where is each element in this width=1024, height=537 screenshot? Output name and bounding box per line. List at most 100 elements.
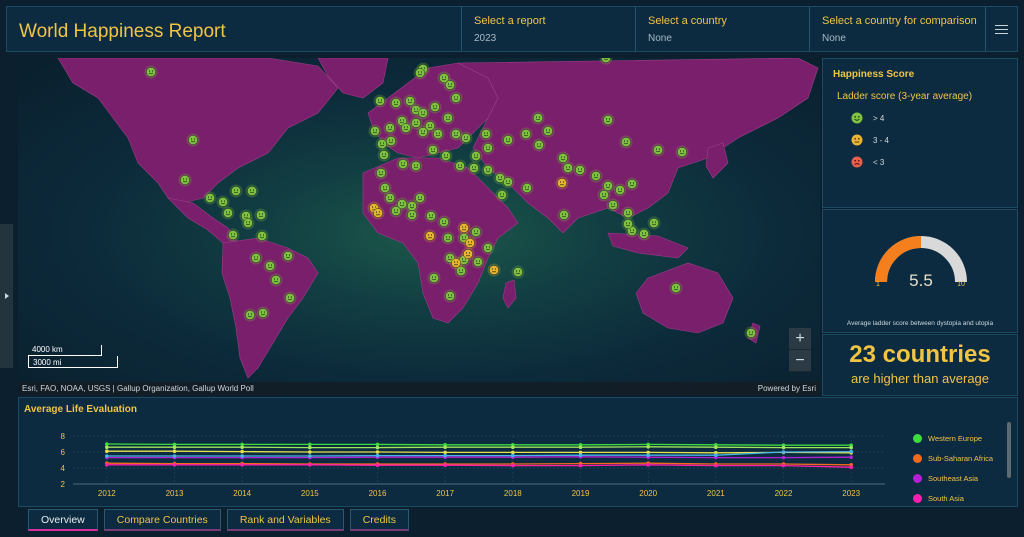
happy-face-icon[interactable] [501,175,515,189]
happy-face-icon[interactable] [481,163,495,177]
happy-face-icon[interactable] [744,326,758,340]
world-map[interactable]: 4000 km 3000 mi + − Esri, FAO, NOAA, USG… [18,58,820,395]
happy-face-icon[interactable] [229,184,243,198]
legend-scrollbar[interactable] [1007,422,1011,478]
happy-face-icon[interactable] [375,137,389,151]
happy-face-icon[interactable] [281,249,295,263]
series-legend-item[interactable]: Sub-Saharan Africa [913,448,993,468]
happy-face-icon[interactable] [573,163,587,177]
happy-face-icon[interactable] [601,113,615,127]
expand-panel-button[interactable] [0,224,13,368]
happy-face-icon[interactable] [416,125,430,139]
powered-by-link[interactable]: Powered by Esri [758,384,816,393]
happy-face-icon[interactable] [431,127,445,141]
series-legend-item[interactable]: South Asia [913,488,993,508]
happy-face-icon[interactable] [557,208,571,222]
happy-face-icon[interactable] [532,138,546,152]
happy-face-icon[interactable] [437,215,451,229]
happy-face-icon[interactable] [413,191,427,205]
happy-face-icon[interactable] [396,157,410,171]
happy-face-icon[interactable] [426,143,440,157]
happy-face-icon[interactable] [481,141,495,155]
happy-face-icon[interactable] [481,241,495,255]
happy-face-icon[interactable] [621,217,635,231]
happy-face-icon[interactable] [427,271,441,285]
happy-face-icon[interactable] [589,169,603,183]
happy-face-icon[interactable] [531,111,545,125]
happy-face-icon[interactable] [374,166,388,180]
happy-face-icon[interactable] [243,308,257,322]
happy-face-icon[interactable] [637,227,651,241]
neutral-face-icon[interactable] [449,256,463,270]
report-selector[interactable]: Select a report 2023 [461,7,635,51]
neutral-face-icon[interactable] [423,229,437,243]
tab-overview[interactable]: Overview [28,509,98,531]
happy-face-icon[interactable] [203,191,217,205]
happy-face-icon[interactable] [263,259,277,273]
happy-face-icon[interactable] [254,208,268,222]
happy-face-icon[interactable] [241,216,255,230]
happy-face-icon[interactable] [441,111,455,125]
neutral-face-icon[interactable] [487,263,501,277]
happy-face-icon[interactable] [283,291,297,305]
zoom-out-button[interactable]: − [789,350,811,372]
happy-face-icon[interactable] [501,133,515,147]
happy-face-icon[interactable] [428,100,442,114]
happy-face-icon[interactable] [255,229,269,243]
happy-face-icon[interactable] [597,188,611,202]
neutral-face-icon[interactable] [461,247,475,261]
happy-face-icon[interactable] [226,228,240,242]
happy-face-icon[interactable] [269,273,283,287]
happy-face-icon[interactable] [409,159,423,173]
happy-face-icon[interactable] [443,289,457,303]
happy-face-icon[interactable] [144,65,158,79]
happy-face-icon[interactable] [453,159,467,173]
happy-face-icon[interactable] [405,208,419,222]
happy-face-icon[interactable] [439,149,453,163]
happy-face-icon[interactable] [424,209,438,223]
happy-face-icon[interactable] [651,143,665,157]
zoom-in-button[interactable]: + [789,328,811,350]
happy-face-icon[interactable] [245,184,259,198]
happy-face-icon[interactable] [561,161,575,175]
neutral-face-icon[interactable] [555,176,569,190]
happy-face-icon[interactable] [619,135,633,149]
comparison-selector[interactable]: Select a country for comparison None [809,7,985,51]
neutral-face-icon[interactable] [457,221,471,235]
tab-rank-and-variables[interactable]: Rank and Variables [226,509,344,531]
happy-face-icon[interactable] [520,181,534,195]
happy-face-icon[interactable] [413,66,427,80]
happy-face-icon[interactable] [186,133,200,147]
hamburger-menu-icon[interactable] [985,7,1017,51]
happy-face-icon[interactable] [383,121,397,135]
happy-face-icon[interactable] [377,148,391,162]
happy-face-icon[interactable] [221,206,235,220]
happy-face-icon[interactable] [249,251,263,265]
tab-compare-countries[interactable]: Compare Countries [103,509,221,531]
happy-face-icon[interactable] [519,127,533,141]
happy-face-icon[interactable] [469,149,483,163]
series-legend-item[interactable]: Southeast Asia [913,468,993,488]
happy-face-icon[interactable] [469,225,483,239]
happy-face-icon[interactable] [625,177,639,191]
happy-face-icon[interactable] [606,198,620,212]
happy-face-icon[interactable] [373,94,387,108]
series-legend-item[interactable]: Western Europe [913,428,993,448]
happy-face-icon[interactable] [178,173,192,187]
country-selector[interactable]: Select a country None [635,7,809,51]
tab-credits[interactable]: Credits [349,509,409,531]
happy-face-icon[interactable] [368,124,382,138]
happy-face-icon[interactable] [467,161,481,175]
happy-face-icon[interactable] [256,306,270,320]
happy-face-icon[interactable] [647,216,661,230]
happy-face-icon[interactable] [443,78,457,92]
neutral-face-icon[interactable] [463,236,477,250]
happy-face-icon[interactable] [399,121,413,135]
happy-face-icon[interactable] [441,231,455,245]
happy-face-icon[interactable] [675,145,689,159]
happy-face-icon[interactable] [479,127,493,141]
happy-face-icon[interactable] [459,131,473,145]
happy-face-icon[interactable] [495,188,509,202]
neutral-face-icon[interactable] [371,206,385,220]
happy-face-icon[interactable] [613,183,627,197]
